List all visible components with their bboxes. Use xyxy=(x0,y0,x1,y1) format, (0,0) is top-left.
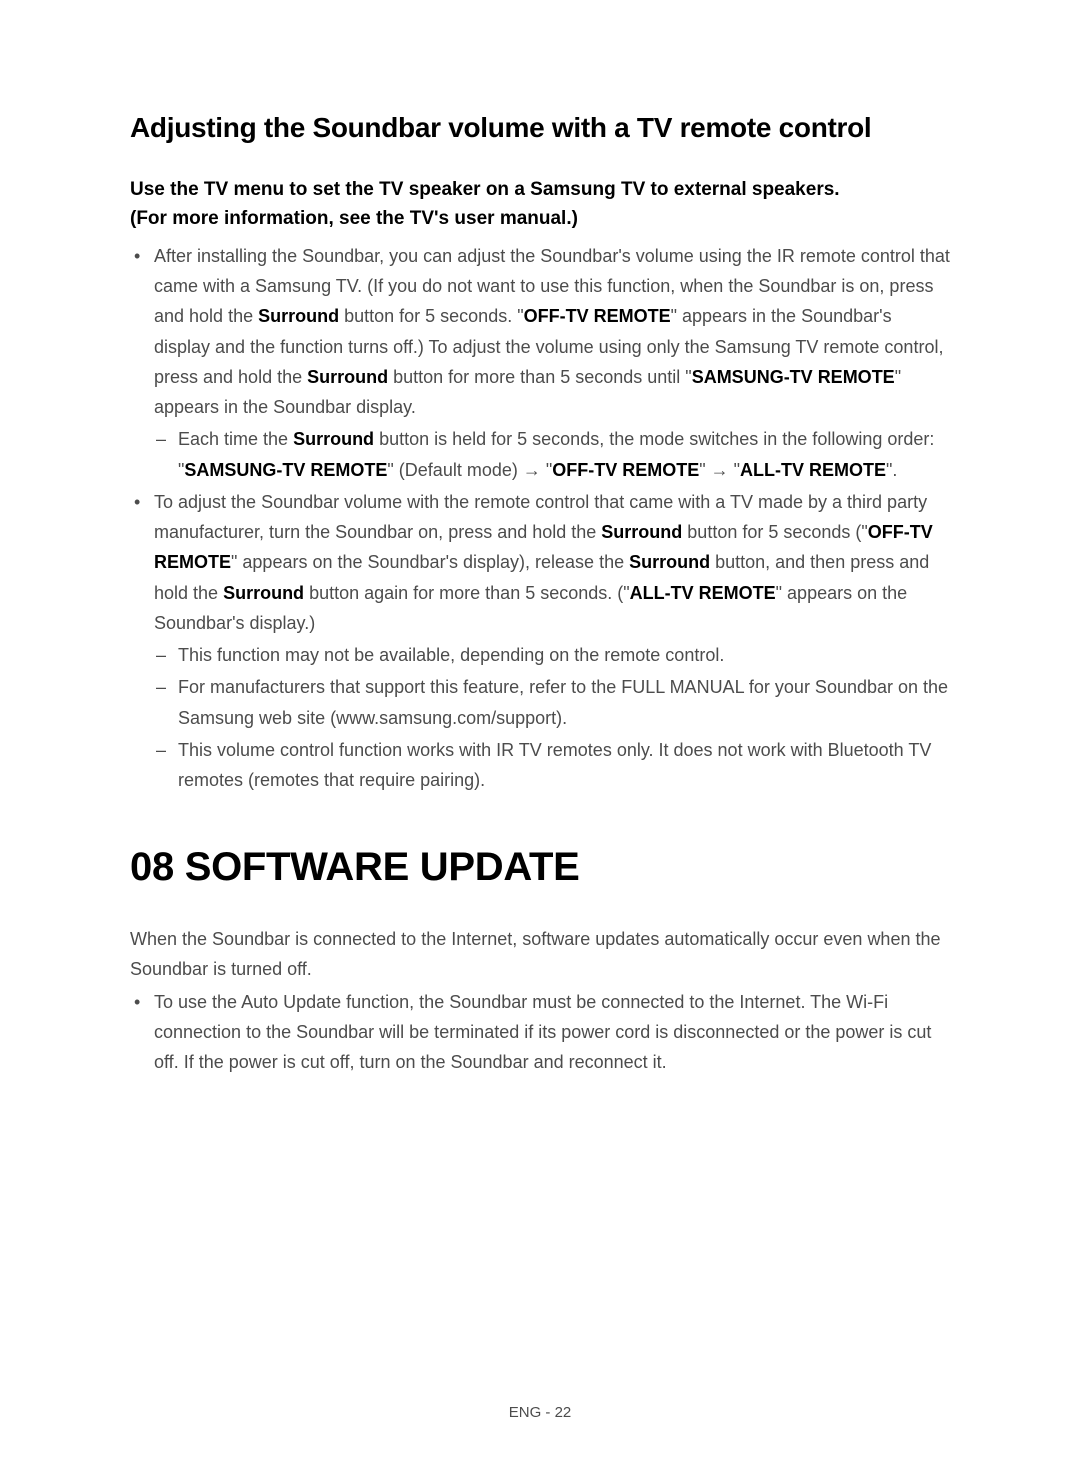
bold-text: ALL-TV REMOTE xyxy=(740,460,886,480)
sub-item: This function may not be available, depe… xyxy=(178,640,950,670)
bold-text: Surround xyxy=(293,429,374,449)
chapter-heading: 08 SOFTWARE UPDATE xyxy=(130,845,950,890)
sub-item: Each time the Surround button is held fo… xyxy=(178,424,950,484)
sub-item: This volume control function works with … xyxy=(178,735,950,795)
text: " → " xyxy=(699,460,740,480)
page-footer: ENG - 22 xyxy=(0,1404,1080,1421)
bullet-item-1: After installing the Soundbar, you can a… xyxy=(154,241,950,485)
chapter-intro: When the Soundbar is connected to the In… xyxy=(130,924,950,984)
bold-text: Surround xyxy=(307,367,388,387)
sub-list: Each time the Surround button is held fo… xyxy=(154,424,950,484)
bold-text: ALL-TV REMOTE xyxy=(630,583,776,603)
text: button for more than 5 seconds until " xyxy=(388,367,692,387)
main-bullet-list: After installing the Soundbar, you can a… xyxy=(130,241,950,795)
bold-text: Surround xyxy=(223,583,304,603)
text: " (Default mode) → " xyxy=(387,460,552,480)
bold-text: SAMSUNG-TV REMOTE xyxy=(184,460,387,480)
text: button for 5 seconds (" xyxy=(682,522,868,542)
sub-heading-line2: (For more information, see the TV's user… xyxy=(130,208,578,229)
sub-heading-line1: Use the TV menu to set the TV speaker on… xyxy=(130,179,840,200)
sub-heading: Use the TV menu to set the TV speaker on… xyxy=(130,176,950,233)
sub-list: This function may not be available, depe… xyxy=(154,640,950,795)
text: button again for more than 5 seconds. (" xyxy=(304,583,630,603)
bullet-item: To use the Auto Update function, the Sou… xyxy=(154,987,950,1078)
text: " appears on the Soundbar's display), re… xyxy=(231,552,629,572)
bold-text: OFF-TV REMOTE xyxy=(552,460,699,480)
sub-item: For manufacturers that support this feat… xyxy=(178,672,950,732)
text: ". xyxy=(886,460,897,480)
bold-text: Surround xyxy=(601,522,682,542)
bold-text: OFF-TV REMOTE xyxy=(524,306,671,326)
section-heading: Adjusting the Soundbar volume with a TV … xyxy=(130,112,950,144)
bold-text: Surround xyxy=(629,552,710,572)
bold-text: SAMSUNG-TV REMOTE xyxy=(692,367,895,387)
text: Each time the xyxy=(178,429,293,449)
text: button for 5 seconds. " xyxy=(339,306,524,326)
chapter-bullet-list: To use the Auto Update function, the Sou… xyxy=(130,987,950,1078)
bullet-item-2: To adjust the Soundbar volume with the r… xyxy=(154,487,950,795)
bold-text: Surround xyxy=(258,306,339,326)
